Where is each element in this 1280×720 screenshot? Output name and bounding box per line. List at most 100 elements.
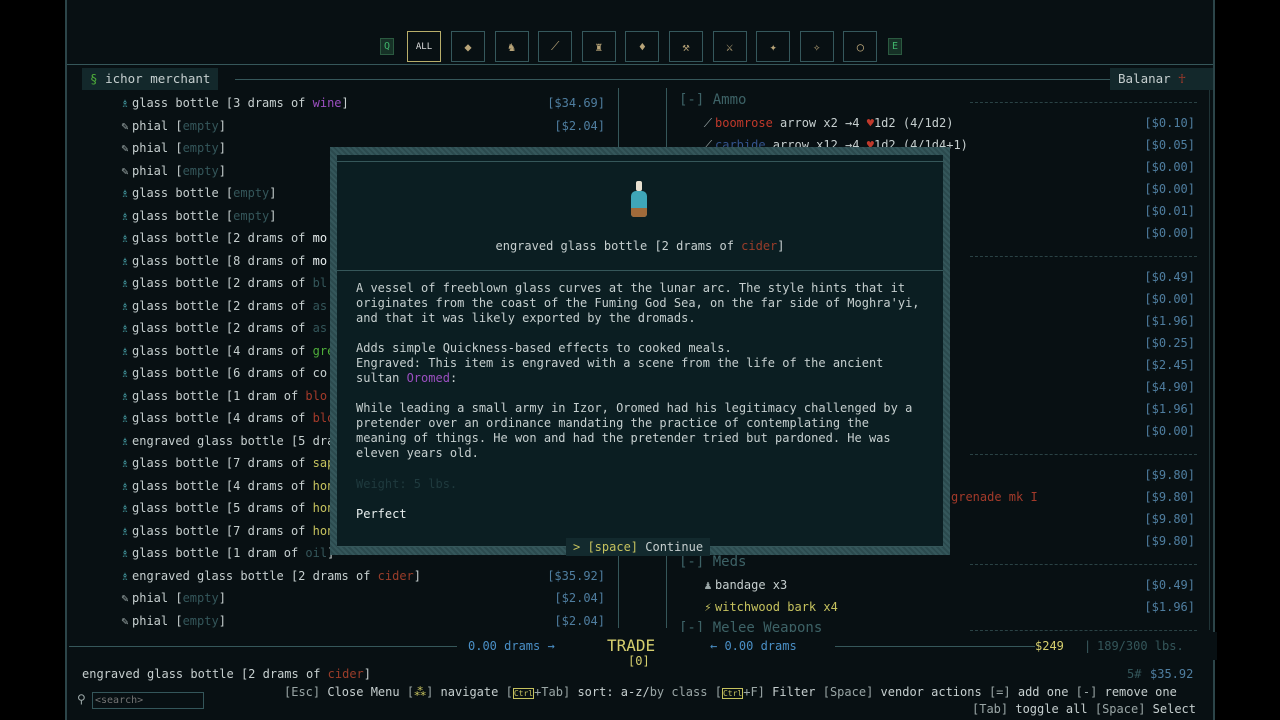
- separator: |: [1084, 639, 1092, 653]
- right-scrollbar[interactable]: [1209, 90, 1210, 630]
- item-price: [$0.00]: [1144, 292, 1195, 306]
- vendor-item-row[interactable]: ♗ glass bottle [empty]: [118, 184, 276, 202]
- item-engraving: Engraved: This item is engraved with a s…: [356, 356, 884, 370]
- continue-button[interactable]: > [space] Continue: [566, 538, 710, 556]
- bottle-icon: ♗: [121, 298, 129, 313]
- modal-title: engraved glass bottle [2 drams of cider]: [495, 239, 785, 253]
- category-creature-icon[interactable]: ♞: [494, 31, 529, 62]
- category-bottle-icon[interactable]: ♦: [625, 31, 660, 62]
- vendor-item-row[interactable]: ✎ phial [empty]: [118, 589, 226, 607]
- item-name: phial [empty]: [132, 591, 226, 606]
- vendor-item-row[interactable]: ♗ glass bottle [empty]: [118, 207, 276, 225]
- item-name: engraved glass bottle [2 drams of cider]: [132, 568, 421, 583]
- sort-hint[interactable]: sort: a-z/: [577, 685, 649, 699]
- item-name: engraved glass bottle [5 dra: [132, 433, 335, 448]
- item-name: bandage x3: [715, 578, 788, 592]
- prev-category-key[interactable]: Q: [380, 38, 394, 55]
- toggle-all-hint[interactable]: toggle all: [1015, 702, 1087, 716]
- vendor-item-row[interactable]: ♗ glass bottle [3 drams of wine]: [118, 94, 348, 112]
- item-price: [$2.04]: [554, 118, 605, 133]
- player-item-row[interactable]: ⚡ witchwood bark x4: [701, 598, 837, 616]
- divider: [970, 256, 1197, 257]
- item-engraving-subject: sultan Oromed:: [356, 371, 458, 385]
- category-armor-icon[interactable]: ♜: [581, 31, 616, 62]
- phial-icon: ✎: [121, 163, 129, 178]
- filter-hint[interactable]: Filter: [772, 685, 815, 699]
- vendor-item-row[interactable]: ♗glass bottle [1 dram of oil]: [118, 544, 334, 562]
- dpad-icon: [⁂]: [406, 685, 434, 699]
- vendor-item-row[interactable]: ♗ glass bottle [1 dram of blo: [118, 387, 327, 405]
- vendor-item-row[interactable]: ♗ glass bottle [4 drams of hon: [118, 477, 334, 495]
- category-grenade-icon[interactable]: ✧: [799, 31, 834, 62]
- vendor-drams: 0.00 drams →: [468, 639, 555, 653]
- bottle-icon: ♗: [121, 186, 129, 201]
- category-tool-icon[interactable]: ⚒: [669, 31, 703, 62]
- ctrl-tab-key[interactable]: [Ctrl+Tab]: [506, 685, 570, 699]
- bottle-icon: ♗: [121, 208, 129, 223]
- category-sword-icon[interactable]: ⚔: [712, 31, 747, 62]
- search-input[interactable]: [92, 692, 204, 709]
- vendor-item-row[interactable]: ♗ glass bottle [4 drams of gre: [118, 342, 334, 360]
- item-name: glass bottle [8 drams of mo: [132, 253, 328, 268]
- vendor-item-row[interactable]: ♗ glass bottle [2 drams of as: [118, 319, 327, 337]
- item-detail-modal: engraved glass bottle [2 drams of cider]…: [330, 147, 950, 556]
- select-hint[interactable]: Select: [1153, 702, 1196, 716]
- item-name: glass bottle [5 drams of hon: [132, 501, 335, 516]
- vendor-item-row[interactable]: ✎ phial [empty]: [118, 117, 226, 135]
- category-header[interactable]: [-] Ammo: [679, 91, 746, 109]
- category-all[interactable]: ALL: [407, 31, 441, 62]
- vendor-item-row[interactable]: ♗ glass bottle [7 drams of hon: [118, 522, 334, 540]
- remove-one-hint[interactable]: remove one: [1105, 685, 1177, 699]
- vendor-item-row[interactable]: ♗ glass bottle [2 drams of as: [118, 297, 327, 315]
- esc-key[interactable]: [Esc]: [284, 685, 320, 699]
- item-price: [$2.04]: [554, 591, 605, 606]
- vendor-item-row[interactable]: ♗ engraved glass bottle [2 drams of cider…: [118, 567, 421, 585]
- ctrl-f-key[interactable]: [Ctrl+F]: [715, 685, 765, 699]
- category-bone-icon[interactable]: ✦: [756, 31, 791, 62]
- vendor-item-row[interactable]: ♗ glass bottle [6 drams of co: [118, 364, 327, 382]
- player-item-row[interactable]: ♟ bandage x3: [701, 576, 787, 594]
- vendor-tab[interactable]: § ichor merchant: [82, 68, 219, 90]
- bottle-icon: ♗: [121, 231, 129, 246]
- vendor-item-row[interactable]: ✎ phial [empty]: [118, 162, 226, 180]
- vendor-item-row[interactable]: ✎ phial [empty]: [118, 139, 226, 157]
- bark-icon: ⚡: [704, 600, 712, 614]
- category-ring-icon[interactable]: ○: [843, 31, 878, 62]
- bottle-icon: ♗: [121, 456, 129, 471]
- vendor-item-row[interactable]: ✎ phial [empty]: [118, 612, 226, 630]
- item-price: [$9.80]: [1144, 468, 1195, 482]
- vendor-item-row[interactable]: ♗ glass bottle [2 drams of bl: [118, 274, 327, 292]
- vendor-item-row[interactable]: ♗ glass bottle [2 drams of mo: [118, 229, 327, 247]
- item-price: [$0.25]: [1144, 336, 1195, 350]
- category-bullet-icon[interactable]: ◆: [451, 31, 485, 62]
- vendor-item-row[interactable]: ♗ glass bottle [4 drams of blo: [118, 409, 334, 427]
- bottle-icon: ♗: [121, 253, 129, 268]
- player-tab[interactable]: Balanar ☥: [1110, 68, 1213, 90]
- divider: [337, 161, 943, 162]
- vendor-item-row[interactable]: ♗ glass bottle [5 drams of hon: [118, 499, 334, 517]
- merchant-icon: §: [90, 71, 98, 86]
- trade-count: [0]: [628, 654, 650, 668]
- phial-icon: ✎: [121, 591, 129, 606]
- remove-key: [-]: [1075, 685, 1098, 699]
- item-price: [$0.00]: [1144, 424, 1195, 438]
- player-item-row[interactable]: ⟋ boomrose arrow x2 →4 ♥1d2 (4/1d2): [701, 114, 954, 132]
- item-price: [$0.00]: [1144, 182, 1195, 196]
- bottle-icon: ♗: [121, 523, 129, 538]
- trade-title[interactable]: TRADE: [607, 636, 655, 655]
- vendor-item-row[interactable]: ♗ engraved glass bottle [5 dra: [118, 432, 334, 450]
- player-item-row[interactable]: grenade mk I: [951, 488, 1038, 506]
- close-menu-hint[interactable]: Close Menu: [327, 685, 399, 699]
- item-effect: Adds simple Quickness-based effects to c…: [356, 341, 732, 355]
- category-arrow-icon[interactable]: ⟋: [538, 31, 573, 62]
- vendor-item-row[interactable]: ♗ glass bottle [7 drams of sap: [118, 454, 334, 472]
- tab-key: [Tab]: [972, 702, 1009, 716]
- next-category-key[interactable]: E: [888, 38, 902, 55]
- item-name: glass bottle [2 drams of as: [132, 321, 328, 336]
- item-name: glass bottle [7 drams of sap: [132, 456, 335, 471]
- item-name: phial [empty]: [132, 118, 226, 133]
- vendor-item-row[interactable]: ♗ glass bottle [8 drams of mo: [118, 252, 327, 270]
- vendor-actions-hint[interactable]: vendor actions: [881, 685, 982, 699]
- item-price: [$0.01]: [1144, 204, 1195, 218]
- add-one-hint[interactable]: add one: [1018, 685, 1069, 699]
